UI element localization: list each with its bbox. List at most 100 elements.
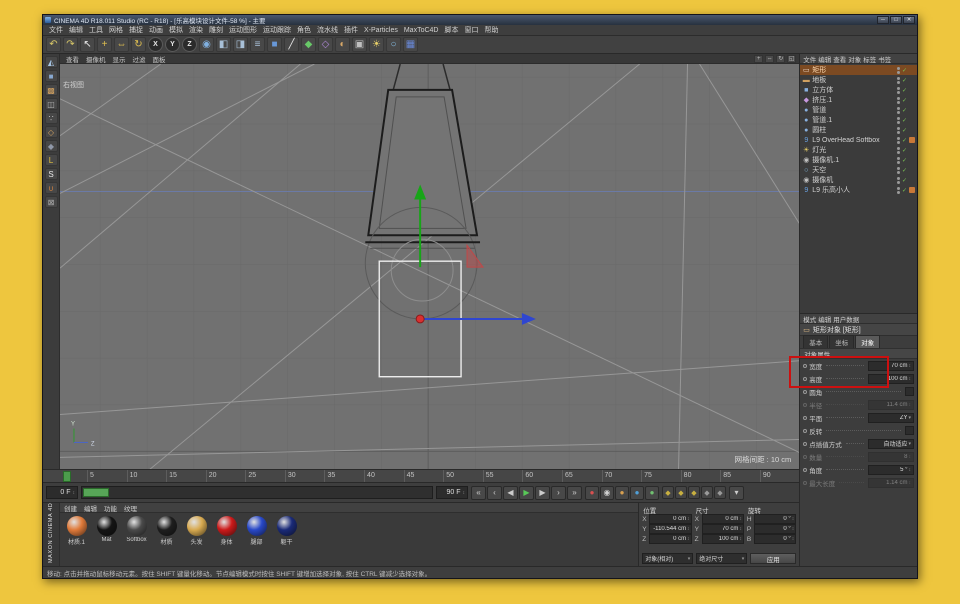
viewport-menu-item[interactable]: 过滤 <box>130 54 149 64</box>
material-sphere[interactable] <box>216 516 237 537</box>
menu-item[interactable]: 网格 <box>106 25 126 35</box>
object-row[interactable]: ▬ 地板 ✓ <box>800 75 917 85</box>
object-row[interactable]: ◆ 挤压.1 ✓ <box>800 95 917 105</box>
menu-item[interactable]: 帮助 <box>481 25 501 35</box>
autokey-button[interactable]: ◉ <box>600 485 614 500</box>
material-swatch[interactable]: 身体 <box>214 516 239 546</box>
play-button[interactable]: ▶ <box>519 485 534 500</box>
record-keyframe-button[interactable]: ● <box>585 485 599 500</box>
material-sphere[interactable] <box>96 516 117 537</box>
menu-item[interactable]: 编辑 <box>66 25 86 35</box>
enabled-check-icon[interactable]: ✓ <box>902 77 907 84</box>
visibility-dots[interactable] <box>896 136 900 144</box>
menu-item[interactable]: 运动图形 <box>226 25 260 35</box>
material-tag[interactable] <box>909 167 915 173</box>
coordinate-field[interactable]: 0 cm ↕ <box>649 514 692 525</box>
size-mode-select[interactable]: 绝对尺寸 ▾ <box>696 553 748 564</box>
x-axis-lock-icon[interactable]: X <box>148 37 163 52</box>
object-row[interactable]: ☀ 灯光 ✓ <box>800 145 917 155</box>
apply-button[interactable]: 应用 <box>750 553 797 564</box>
key-position-toggle[interactable]: ◆ <box>662 486 674 500</box>
live-selection-icon[interactable]: ↖ <box>80 37 95 52</box>
material-menu-item[interactable]: 编辑 <box>84 503 97 513</box>
edges-mode-icon[interactable]: ◇ <box>44 126 58 138</box>
enabled-check-icon[interactable]: ✓ <box>902 87 907 94</box>
material-sphere[interactable] <box>126 516 147 537</box>
object-manager-menu-item[interactable]: 文件 <box>803 54 816 64</box>
render-to-picture-icon[interactable]: ◨ <box>233 37 248 52</box>
deformer-icon[interactable]: ◇ <box>318 37 333 52</box>
material-swatch[interactable]: Softbox <box>124 516 149 543</box>
material-menu-item[interactable]: 创建 <box>64 503 77 513</box>
viewport-canvas[interactable]: Y Z <box>60 64 800 470</box>
prev-frame-button[interactable]: ◀ <box>503 485 518 500</box>
coordinate-field[interactable]: 0 ° ↕ <box>753 514 797 525</box>
keyframe-selection-button[interactable]: ▾ <box>729 485 744 500</box>
timeline-slider-handle[interactable] <box>83 488 109 498</box>
viewport-menu-item[interactable]: 显示 <box>110 54 129 64</box>
attribute-tab[interactable]: 坐标 <box>829 335 855 349</box>
enabled-check-icon[interactable]: ✓ <box>902 167 907 174</box>
attribute-value-field[interactable]: 1.14 cm ▾ ↕ <box>868 477 914 488</box>
cube-primitive-icon[interactable]: ■ <box>267 37 282 52</box>
viewport-pan-icon[interactable]: + <box>754 54 764 63</box>
material-swatch[interactable]: 材质 <box>154 516 179 546</box>
enabled-check-icon[interactable]: ✓ <box>902 177 907 184</box>
goto-end-button[interactable]: » <box>567 485 582 500</box>
keyframe-circle-icon[interactable] <box>803 363 808 368</box>
coordinate-system-icon[interactable]: ◉ <box>199 37 214 52</box>
material-sphere[interactable] <box>246 516 267 537</box>
attribute-tab[interactable]: 对象 <box>855 335 881 349</box>
visibility-dots[interactable] <box>896 106 900 114</box>
visibility-dots[interactable] <box>896 96 900 104</box>
material-tag[interactable] <box>909 157 915 163</box>
viewport-menu-item[interactable]: 摄像机 <box>83 54 109 64</box>
attribute-value-field[interactable]: ▾ ↕ <box>905 387 914 396</box>
record-position-button[interactable]: ● <box>615 485 629 500</box>
record-scale-button[interactable]: ● <box>630 485 644 500</box>
model-mode-icon[interactable]: ■ <box>44 70 58 82</box>
undo-icon[interactable]: ↶ <box>46 37 61 52</box>
view-name-label[interactable]: 右视图 <box>63 80 84 90</box>
viewport-canvas-area[interactable]: Y Z 右视图 网格间距 : 10 cm <box>60 64 800 470</box>
object-row[interactable]: ◉ 摄像机.1 ✓ <box>800 155 917 165</box>
viewport-zoom-icon[interactable]: ⇔ <box>765 54 775 63</box>
material-tag[interactable] <box>909 87 915 93</box>
prev-key-button[interactable]: ‹ <box>487 485 502 500</box>
object-row[interactable]: 9 L9 乐高小人 ✓ <box>800 185 917 195</box>
cloth-icon[interactable]: ▦ <box>403 37 418 52</box>
material-sphere[interactable] <box>66 516 87 537</box>
enable-axis-icon[interactable]: L <box>44 154 58 166</box>
enabled-check-icon[interactable]: ✓ <box>902 147 907 154</box>
visibility-dots[interactable] <box>896 176 900 184</box>
menu-item[interactable]: X-Particles <box>361 27 401 34</box>
enabled-check-icon[interactable]: ✓ <box>902 137 907 144</box>
attribute-value-field[interactable]: 5 ° ▾ ↕ <box>868 464 914 475</box>
enabled-check-icon[interactable]: ✓ <box>902 187 907 194</box>
spline-pen-icon[interactable]: ╱ <box>284 37 299 52</box>
object-row[interactable]: ■ 立方体 ✓ <box>800 85 917 95</box>
attribute-value-field[interactable]: 11.4 cm ▾ ↕ <box>868 399 914 410</box>
field-icon[interactable]: ◐ <box>335 37 350 52</box>
menu-item[interactable]: 流水线 <box>314 25 341 35</box>
attribute-tab[interactable]: 基本 <box>803 335 829 349</box>
keyframe-circle-icon[interactable] <box>803 467 808 472</box>
record-rotation-button[interactable]: ● <box>645 485 659 500</box>
material-tag[interactable] <box>909 77 915 83</box>
object-origin-handle[interactable] <box>415 314 425 324</box>
viewport-menu-item[interactable]: 查看 <box>63 54 82 64</box>
material-swatch[interactable]: Mat <box>94 516 119 543</box>
attribute-value-field[interactable]: ▾ ↕ <box>905 426 914 435</box>
menu-item[interactable]: 雕刻 <box>206 25 226 35</box>
attribute-value-field[interactable]: 8 ▾ ↕ <box>868 451 914 462</box>
object-row[interactable]: ● 管道.1 ✓ <box>800 115 917 125</box>
material-tag[interactable] <box>909 97 915 103</box>
visibility-dots[interactable] <box>896 186 900 194</box>
material-sphere[interactable] <box>186 516 207 537</box>
end-frame-field[interactable]: 90 F ↕ <box>436 486 468 500</box>
material-tag[interactable] <box>909 147 915 153</box>
object-row[interactable]: 9 L9 OverHead Softbox ✓ <box>800 135 917 145</box>
enabled-check-icon[interactable]: ✓ <box>902 117 907 124</box>
menu-item[interactable]: 运动跟踪 <box>260 25 294 35</box>
menu-item[interactable]: 窗口 <box>461 25 481 35</box>
